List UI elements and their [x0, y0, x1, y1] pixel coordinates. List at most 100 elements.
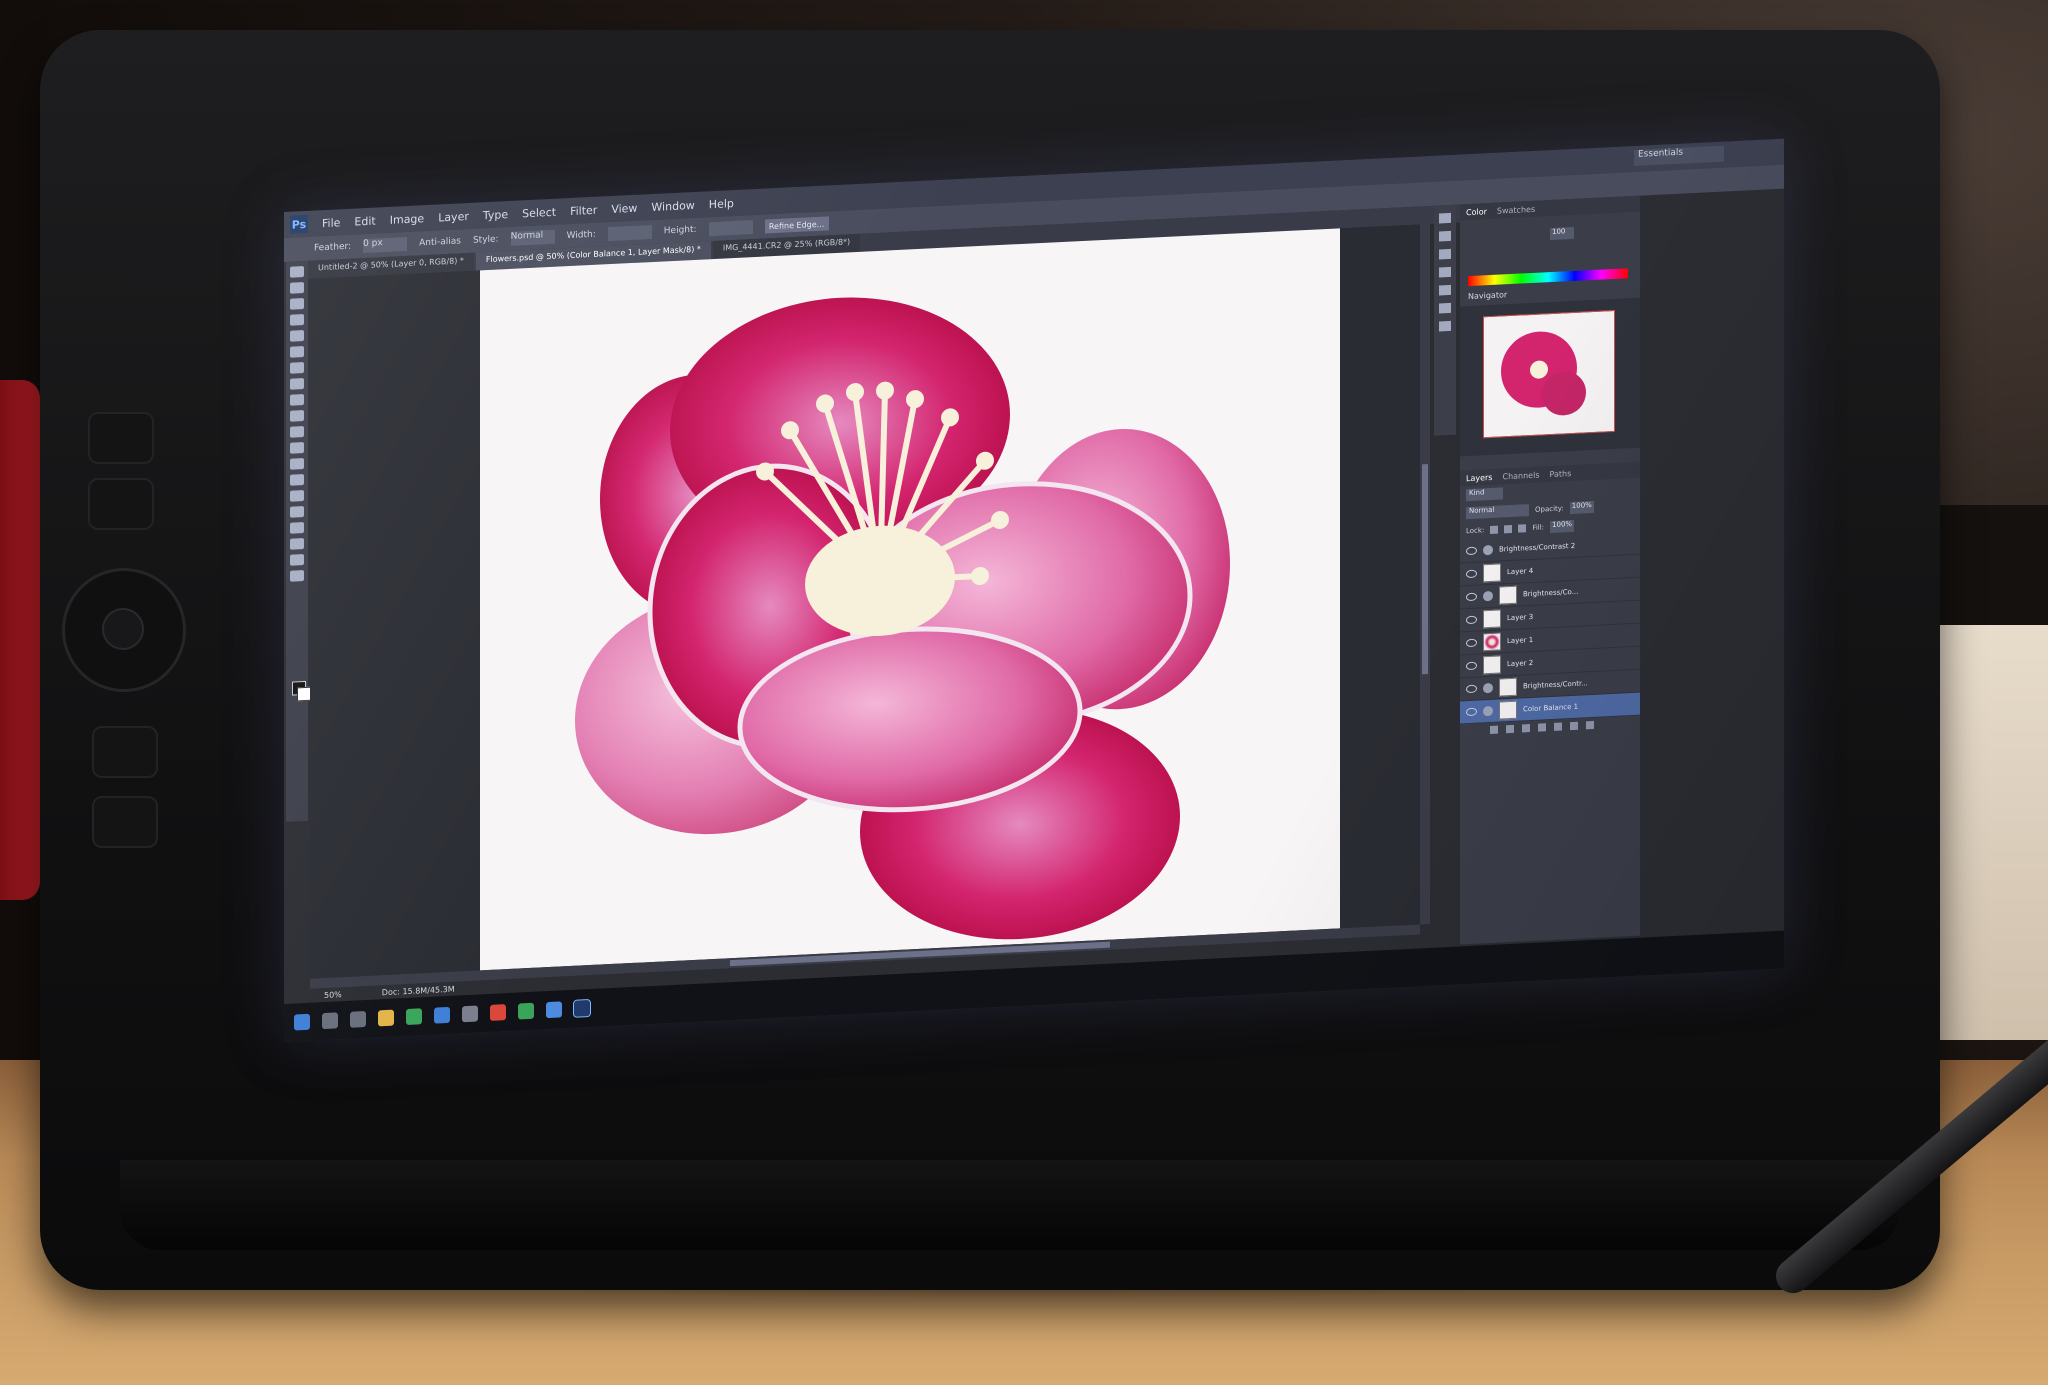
move-tool-icon[interactable] — [290, 266, 304, 278]
opacity-label: Opacity: — [1535, 504, 1564, 514]
visibility-eye-icon[interactable] — [1466, 592, 1477, 602]
express-key-4[interactable] — [92, 796, 158, 848]
menu-window[interactable]: Window — [651, 198, 694, 213]
new-layer-icon[interactable] — [1570, 721, 1578, 731]
menu-select[interactable]: Select — [522, 205, 556, 220]
navigator-preview[interactable] — [1483, 309, 1615, 439]
layer-name: Layer 2 — [1507, 658, 1534, 669]
tab-paths[interactable]: Paths — [1550, 469, 1572, 479]
tab-swatches[interactable]: Swatches — [1497, 204, 1535, 215]
antialias-checkbox[interactable]: Anti-alias — [419, 236, 461, 248]
lock-all-icon[interactable] — [1518, 524, 1527, 533]
pen-tool-icon[interactable] — [290, 490, 304, 502]
history-panel-icon[interactable] — [1439, 212, 1451, 224]
height-input[interactable] — [708, 220, 753, 237]
layer-kind-filter[interactable]: Kind — [1466, 487, 1503, 502]
link-layers-icon[interactable] — [1490, 725, 1498, 735]
visibility-eye-icon[interactable] — [1466, 707, 1477, 717]
fill-label: Fill: — [1532, 523, 1545, 532]
adjustments-panel-icon[interactable] — [1439, 248, 1451, 260]
lock-position-icon[interactable] — [1504, 524, 1513, 534]
color-slider-value[interactable]: 100 — [1550, 226, 1574, 241]
add-mask-icon[interactable] — [1522, 724, 1530, 733]
touch-ring-center-button[interactable] — [102, 608, 144, 650]
brush-tool-icon[interactable] — [290, 378, 304, 390]
properties-panel-icon[interactable] — [1439, 230, 1451, 242]
trash-icon[interactable] — [1586, 720, 1594, 730]
style-select[interactable]: Normal — [510, 229, 555, 246]
gradient-tool-icon[interactable] — [290, 442, 304, 454]
lasso-tool-icon[interactable] — [290, 298, 304, 310]
clone-source-panel-icon[interactable] — [1439, 284, 1451, 296]
visibility-eye-icon[interactable] — [1466, 661, 1477, 671]
menu-filter[interactable]: Filter — [570, 203, 597, 217]
file-explorer-icon[interactable] — [378, 1009, 394, 1027]
visibility-eye-icon[interactable] — [1466, 638, 1477, 648]
paragraph-panel-icon[interactable] — [1439, 320, 1451, 332]
visibility-eye-icon[interactable] — [1466, 615, 1477, 625]
vertical-scroll-thumb[interactable] — [1422, 464, 1428, 675]
menu-layer[interactable]: Layer — [438, 209, 469, 224]
quick-select-tool-icon[interactable] — [290, 314, 304, 326]
express-key-3[interactable] — [92, 726, 158, 778]
tab-layers[interactable]: Layers — [1466, 472, 1492, 482]
express-key-1[interactable] — [88, 412, 154, 464]
menu-file[interactable]: File — [322, 216, 340, 230]
history-brush-tool-icon[interactable] — [290, 410, 304, 422]
feather-input[interactable]: 0 px — [363, 236, 408, 254]
color-spectrum[interactable] — [1468, 268, 1628, 287]
artboard-document[interactable] — [480, 228, 1340, 971]
fx-icon[interactable] — [1506, 724, 1514, 734]
store-icon[interactable] — [546, 1001, 562, 1019]
character-panel-icon[interactable] — [1439, 302, 1451, 314]
menu-help[interactable]: Help — [709, 196, 734, 210]
clone-stamp-tool-icon[interactable] — [290, 394, 304, 406]
canvas-area[interactable] — [310, 224, 1420, 979]
settings-icon[interactable] — [462, 1005, 478, 1023]
background-color-swatch[interactable] — [297, 686, 311, 702]
app-icon[interactable] — [406, 1008, 422, 1026]
zoom-level[interactable]: 50% — [324, 990, 342, 1000]
tab-color[interactable]: Color — [1466, 207, 1487, 217]
browser-icon[interactable] — [434, 1006, 450, 1024]
blur-tool-icon[interactable] — [290, 458, 304, 470]
search-icon[interactable] — [322, 1012, 338, 1030]
path-select-tool-icon[interactable] — [290, 522, 304, 534]
visibility-eye-icon[interactable] — [1466, 546, 1477, 556]
new-group-icon[interactable] — [1554, 722, 1562, 731]
new-adjustment-icon[interactable] — [1538, 723, 1546, 732]
width-input[interactable] — [607, 225, 652, 242]
healing-brush-tool-icon[interactable] — [290, 362, 304, 374]
tab-channels[interactable]: Channels — [1502, 470, 1539, 481]
type-tool-icon[interactable] — [290, 506, 304, 518]
vertical-scrollbar[interactable] — [1420, 223, 1430, 925]
blend-mode-select[interactable]: Normal — [1466, 504, 1529, 520]
brush-panel-icon[interactable] — [1439, 266, 1451, 278]
hand-tool-icon[interactable] — [290, 554, 304, 566]
task-view-icon[interactable] — [350, 1010, 366, 1028]
shape-tool-icon[interactable] — [290, 538, 304, 550]
start-button-icon[interactable] — [294, 1013, 310, 1031]
opacity-input[interactable]: 100% — [1569, 500, 1594, 515]
workspace-select[interactable]: Essentials — [1634, 145, 1724, 166]
eyedropper-tool-icon[interactable] — [290, 346, 304, 358]
menu-type[interactable]: Type — [483, 208, 508, 222]
refine-edge-button[interactable]: Refine Edge... — [764, 216, 829, 234]
navigator-label[interactable]: Navigator — [1468, 290, 1507, 301]
visibility-eye-icon[interactable] — [1466, 684, 1477, 694]
chrome-icon[interactable] — [490, 1004, 506, 1021]
visibility-eye-icon[interactable] — [1466, 569, 1477, 579]
marquee-tool-icon[interactable] — [290, 282, 304, 294]
eraser-tool-icon[interactable] — [290, 426, 304, 438]
fill-input[interactable]: 100% — [1550, 519, 1575, 534]
menu-view[interactable]: View — [611, 201, 637, 215]
menu-edit[interactable]: Edit — [354, 214, 375, 228]
menu-image[interactable]: Image — [390, 212, 424, 227]
dodge-tool-icon[interactable] — [290, 474, 304, 486]
zoom-tool-icon[interactable] — [290, 570, 304, 582]
photoshop-taskbar-icon[interactable] — [573, 998, 591, 1018]
express-key-2[interactable] — [88, 478, 154, 530]
messaging-icon[interactable] — [518, 1002, 534, 1020]
crop-tool-icon[interactable] — [290, 330, 304, 342]
lock-pixels-icon[interactable] — [1490, 525, 1499, 535]
